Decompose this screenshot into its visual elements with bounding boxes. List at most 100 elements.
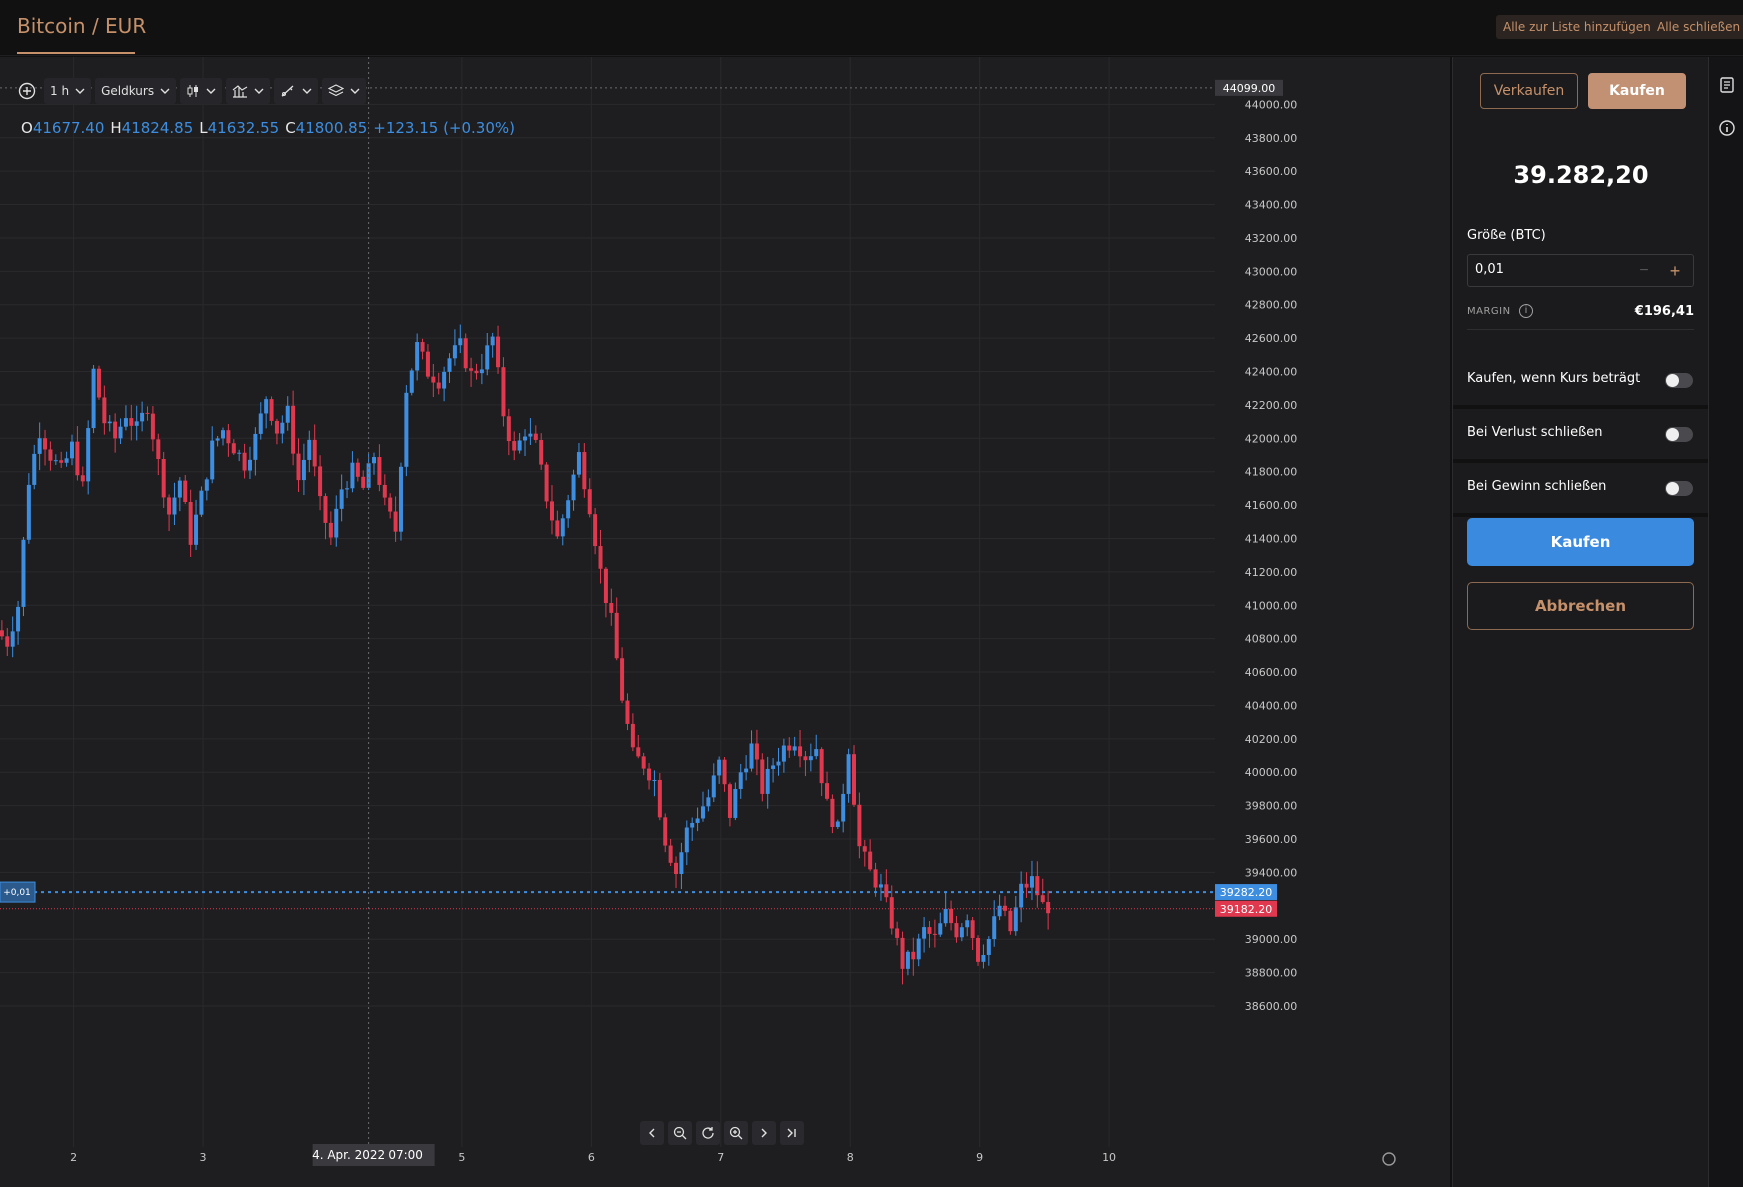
y-axis-tick-label: 40200.00 [1245,733,1298,746]
y-axis-tick-label: 43400.00 [1245,199,1298,212]
candle-body [798,746,803,757]
candle-body [285,405,290,423]
candle-body [479,369,484,374]
stop-loss-toggle[interactable] [1665,427,1693,442]
candle-body [598,546,603,569]
chevron-down-icon [160,88,170,94]
reset-chart-button[interactable] [696,1121,720,1145]
sell-tab[interactable]: Verkaufen [1480,73,1578,109]
candle-body [873,869,878,888]
candle-body [1024,883,1029,888]
limit-order-toggle[interactable] [1665,373,1693,388]
candle-body [544,464,549,502]
candle-body [345,488,350,490]
candle-body [814,749,819,757]
take-profit-row: Bei Gewinn schließen [1453,463,1709,513]
candle-body [954,923,959,938]
scroll-left-button[interactable] [640,1121,664,1145]
size-decrease-button[interactable]: − [1634,259,1654,283]
size-increase-button[interactable]: + [1665,259,1685,283]
close-all-button[interactable]: Alle schließen [1650,15,1743,39]
candle-body [916,938,921,960]
candle-body [835,821,840,827]
info-icon[interactable]: i [1519,304,1533,318]
candle-body [91,368,96,429]
settings-icon[interactable] [1382,1152,1396,1166]
toggle-knob [1666,428,1679,441]
y-axis-tick-label: 41000.00 [1245,599,1298,612]
candle-body [625,700,630,724]
candle-body [668,845,673,863]
zoom-in-button[interactable] [724,1121,748,1145]
size-input[interactable] [1475,262,1625,277]
candle-body [647,768,652,781]
candle-body [107,421,112,424]
x-axis-tick-label: 6 [588,1151,595,1164]
scroll-right-button[interactable] [752,1121,776,1145]
candle-body [145,412,150,414]
zoom-out-button[interactable] [668,1121,692,1145]
drawing-tools-select[interactable] [274,78,319,104]
candle-body [986,939,991,955]
y-axis-tick-label: 41200.00 [1245,566,1298,579]
candle-body [636,747,641,757]
candle-body [539,439,544,465]
info-icon[interactable] [1718,119,1736,137]
candle-body [841,793,846,822]
take-profit-toggle[interactable] [1665,481,1693,496]
candle-body [242,452,247,471]
chevron-down-icon [75,88,85,94]
go-to-latest-button[interactable] [780,1121,804,1145]
candle-body [48,449,53,461]
change-value: +123.15 (+0.30%) [373,119,515,137]
add-all-to-list-button[interactable]: Alle zur Liste hinzufügen [1496,15,1658,39]
candle-body [959,927,964,938]
news-icon[interactable] [1718,76,1736,94]
candle-body [630,723,635,748]
candle-body [404,392,409,467]
candle-body [846,754,851,794]
add-indicator-button[interactable] [14,78,40,104]
candle-body [194,514,199,545]
interval-select[interactable]: 1 h [44,78,92,104]
chart-area[interactable]: 44000.00 43800.00 43600.00 43400.00 43200.00… [0,57,1450,1187]
chart-type-select[interactable] [180,78,223,104]
candle-body [102,397,107,424]
layers-select[interactable] [322,78,367,104]
candle-body [167,497,172,515]
candle-body [21,539,26,607]
indicators-select[interactable] [226,78,271,104]
candle-body [679,852,684,875]
candle-body [727,784,732,818]
open-key: O [21,119,33,137]
candle-body [690,822,695,828]
limit-order-label: Kaufen, wenn Kurs beträgt [1467,371,1641,386]
submit-buy-button[interactable]: Kaufen [1467,518,1694,566]
instrument-tab-title[interactable]: Bitcoin / EUR [17,14,146,38]
candle-body [970,920,975,938]
candle-body [59,460,64,463]
candle-body [506,416,511,442]
candle-body [177,480,182,498]
candle-body [388,497,393,512]
low-value: 41632.55 [207,119,280,137]
candle-body [264,399,269,414]
candle-body [965,920,970,928]
price-chart[interactable]: 44000.00 43800.00 43600.00 43400.00 43200.00… [0,57,1450,1187]
y-axis-tick-label: 39000.00 [1245,933,1298,946]
candle-body [221,430,226,439]
candle-body [1046,902,1051,914]
price-type-select[interactable]: Geldkurs [95,78,177,104]
buy-tab[interactable]: Kaufen [1588,73,1686,109]
cancel-button[interactable]: Abbrechen [1467,582,1694,630]
candle-body [549,501,554,521]
candle-body [398,466,403,532]
layers-icon [328,84,345,97]
candle-body [490,336,495,346]
low-key: L [199,119,208,137]
x-axis-tick-label: 5 [458,1151,465,1164]
candle-body [851,754,856,805]
order-price: 39.282,20 [1513,161,1649,189]
chart-navigation [640,1121,804,1145]
candle-body [431,376,436,383]
